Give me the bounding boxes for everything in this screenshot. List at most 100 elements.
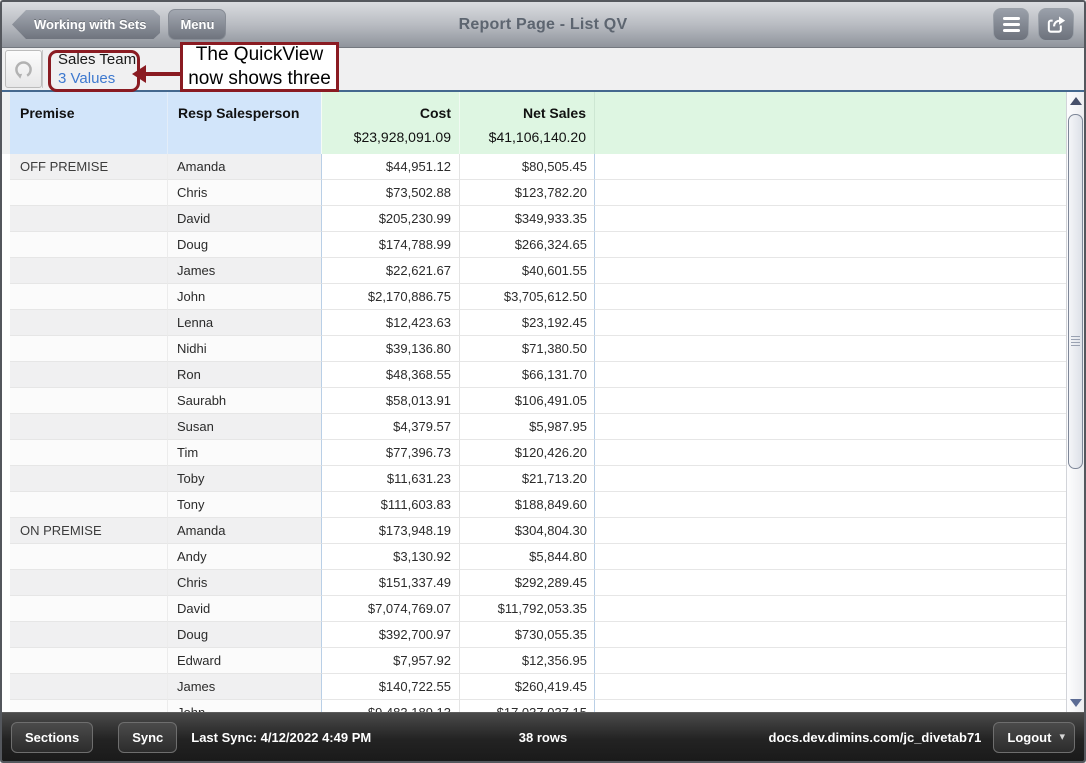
cell-premise (10, 232, 168, 258)
table-row[interactable]: David $7,074,769.07 $11,792,053.35 (2, 596, 1084, 622)
cell-net-sales: $106,491.05 (460, 388, 595, 414)
total-net-sales: $41,106,140.20 (460, 129, 594, 154)
cell-premise (10, 492, 168, 518)
table-row[interactable]: Tony $111,603.83 $188,849.60 (2, 492, 1084, 518)
table-row[interactable]: Andy $3,130.92 $5,844.80 (2, 544, 1084, 570)
table-row[interactable]: James $22,621.67 $40,601.55 (2, 258, 1084, 284)
table-row[interactable]: Tim $77,396.73 $120,426.20 (2, 440, 1084, 466)
table-row[interactable]: David $205,230.99 $349,933.35 (2, 206, 1084, 232)
report-table: Premise Resp Salesperson Cost $23,928,09… (2, 92, 1084, 712)
cell-premise: OFF PREMISE (10, 154, 168, 180)
cell-premise (10, 336, 168, 362)
cell-salesperson: Ron (168, 362, 322, 388)
table-row[interactable]: Ron $48,368.55 $66,131.70 (2, 362, 1084, 388)
cell-salesperson: Doug (168, 232, 322, 258)
cell-premise (10, 180, 168, 206)
cell-cost: $7,074,769.07 (322, 596, 460, 622)
annotation-callout: The QuickView now shows three (180, 42, 339, 92)
cell-salesperson: Chris (168, 180, 322, 206)
table-row[interactable]: Doug $392,700.97 $730,055.35 (2, 622, 1084, 648)
annotation-arrowhead-icon (132, 65, 146, 83)
cell-salesperson: James (168, 258, 322, 284)
table-row[interactable]: James $140,722.55 $260,419.45 (2, 674, 1084, 700)
export-button[interactable] (1038, 8, 1074, 41)
cell-net-sales: $5,844.80 (460, 544, 595, 570)
cell-net-sales: $40,601.55 (460, 258, 595, 284)
table-row[interactable]: Toby $11,631.23 $21,713.20 (2, 466, 1084, 492)
column-header-salesperson[interactable]: Resp Salesperson (168, 92, 322, 154)
vertical-scrollbar[interactable] (1066, 92, 1084, 712)
cell-net-sales: $266,324.65 (460, 232, 595, 258)
cell-cost: $205,230.99 (322, 206, 460, 232)
quickview-sales-team[interactable]: Sales Team 3 Values (52, 48, 142, 90)
cell-cost: $11,631.23 (322, 466, 460, 492)
server-address: docs.dev.dimins.com/jc_divetab71 (769, 730, 982, 745)
table-row[interactable]: ON PREMISE Amanda $173,948.19 $304,804.3… (2, 518, 1084, 544)
cell-salesperson: Andy (168, 544, 322, 570)
logout-button[interactable]: Logout ▾ (993, 722, 1075, 753)
cell-net-sales: $304,804.30 (460, 518, 595, 544)
column-header-cost[interactable]: Cost $23,928,091.09 (322, 92, 460, 154)
chevron-down-icon: ▾ (1059, 732, 1065, 742)
scrollbar-thumb[interactable] (1068, 114, 1083, 469)
cell-salesperson: Amanda (168, 518, 322, 544)
table-row[interactable]: Doug $174,788.99 $266,324.65 (2, 232, 1084, 258)
cell-premise (10, 310, 168, 336)
refresh-button[interactable] (5, 50, 42, 88)
cell-net-sales: $292,289.45 (460, 570, 595, 596)
cell-cost: $173,948.19 (322, 518, 460, 544)
cell-premise (10, 258, 168, 284)
table-row[interactable]: Chris $151,337.49 $292,289.45 (2, 570, 1084, 596)
cell-premise (10, 648, 168, 674)
table-row[interactable]: Lenna $12,423.63 $23,192.45 (2, 310, 1084, 336)
cell-cost: $111,603.83 (322, 492, 460, 518)
scroll-down-icon[interactable] (1070, 699, 1082, 707)
cell-net-sales: $120,426.20 (460, 440, 595, 466)
cell-salesperson: John (168, 284, 322, 310)
table-row[interactable]: Susan $4,379.57 $5,987.95 (2, 414, 1084, 440)
cell-premise (10, 544, 168, 570)
list-menu-button[interactable] (993, 8, 1029, 41)
cell-salesperson: Lenna (168, 310, 322, 336)
cell-premise: ON PREMISE (10, 518, 168, 544)
cell-salesperson: Edward (168, 648, 322, 674)
cell-salesperson: Amanda (168, 154, 322, 180)
cell-cost: $58,013.91 (322, 388, 460, 414)
table-row[interactable]: Nidhi $39,136.80 $71,380.50 (2, 336, 1084, 362)
cell-cost: $73,502.88 (322, 180, 460, 206)
quickview-toolbar: Sales Team 3 Values The QuickView now sh… (2, 48, 1084, 92)
table-row[interactable]: OFF PREMISE Amanda $44,951.12 $80,505.45 (2, 154, 1084, 180)
annotation-line2: now shows three (188, 67, 331, 91)
annotation-arrow (145, 72, 180, 76)
table-row[interactable]: Chris $73,502.88 $123,782.20 (2, 180, 1084, 206)
table-header-row: Premise Resp Salesperson Cost $23,928,09… (2, 92, 1084, 154)
cell-cost: $22,621.67 (322, 258, 460, 284)
table-row[interactable]: John $2,170,886.75 $3,705,612.50 (2, 284, 1084, 310)
cell-salesperson: John (168, 700, 322, 712)
bottom-bar: Sections Sync Last Sync: 4/12/2022 4:49 … (2, 712, 1084, 761)
column-header-net-sales[interactable]: Net Sales $41,106,140.20 (460, 92, 595, 154)
cell-cost: $140,722.55 (322, 674, 460, 700)
sections-button[interactable]: Sections (11, 722, 93, 753)
cell-salesperson: Chris (168, 570, 322, 596)
cell-net-sales: $188,849.60 (460, 492, 595, 518)
table-row[interactable]: John $9,483,189.13 $17,037,037.15 (2, 700, 1084, 712)
table-row[interactable]: Saurabh $58,013.91 $106,491.05 (2, 388, 1084, 414)
scroll-up-icon[interactable] (1070, 97, 1082, 105)
cell-salesperson: Tim (168, 440, 322, 466)
quickview-value-link[interactable]: 3 Values (58, 69, 136, 88)
cell-premise (10, 570, 168, 596)
cell-premise (10, 362, 168, 388)
share-icon (1045, 13, 1068, 36)
back-button[interactable]: Working with Sets (12, 10, 160, 39)
cell-net-sales: $5,987.95 (460, 414, 595, 440)
cell-net-sales: $349,933.35 (460, 206, 595, 232)
table-row[interactable]: Edward $7,957.92 $12,356.95 (2, 648, 1084, 674)
cell-net-sales: $123,782.20 (460, 180, 595, 206)
column-header-premise[interactable]: Premise (10, 92, 168, 154)
cell-salesperson: Saurabh (168, 388, 322, 414)
sync-button[interactable]: Sync (118, 722, 177, 753)
annotation-line1: The QuickView (196, 43, 323, 67)
cell-cost: $7,957.92 (322, 648, 460, 674)
cell-premise (10, 596, 168, 622)
